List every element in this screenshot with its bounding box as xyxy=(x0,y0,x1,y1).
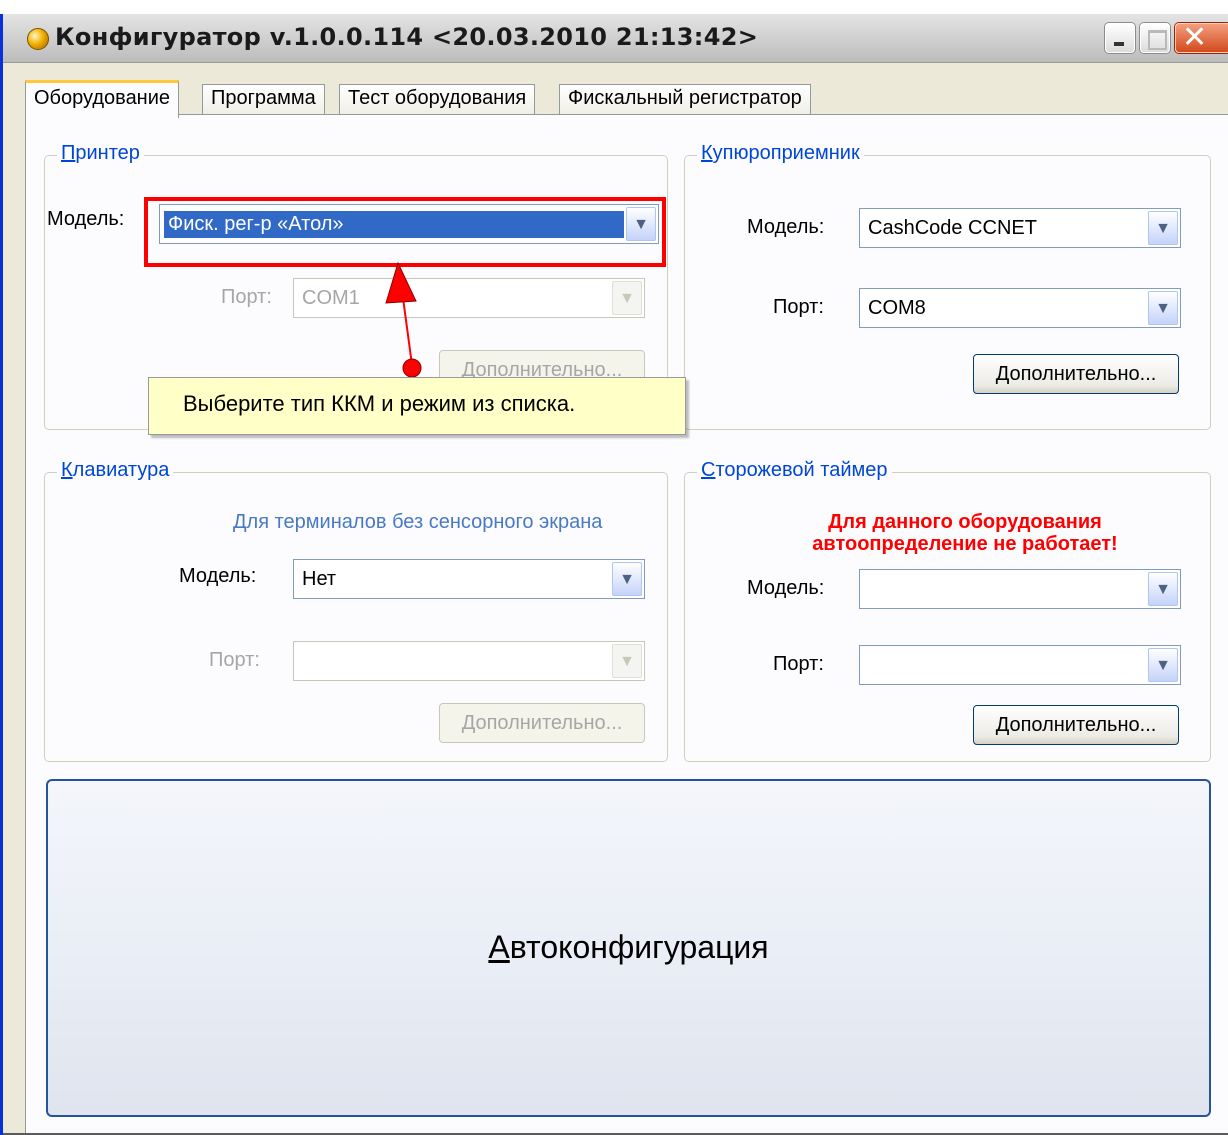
configurator-window: Конфигуратор v.1.0.0.114 <20.03.2010 21:… xyxy=(0,14,1228,1135)
chevron-down-icon[interactable]: ▼ xyxy=(1148,291,1178,325)
keyboard-legend: Клавиатура xyxy=(57,459,174,482)
chevron-down-icon[interactable]: ▼ xyxy=(1148,211,1178,245)
bill-acceptor-more-button[interactable]: Дополнительно... xyxy=(973,354,1179,394)
close-button[interactable]: ✕ xyxy=(1175,20,1228,55)
autoconfig-button[interactable]: Автоконфигурация xyxy=(46,779,1211,1117)
keyboard-model-select[interactable]: Нет ▼ xyxy=(293,559,645,599)
bill-acceptor-model-select[interactable]: CashCode CCNET ▼ xyxy=(859,208,1181,248)
chevron-down-icon[interactable]: ▼ xyxy=(612,644,642,678)
watchdog-model-select[interactable]: ▼ xyxy=(859,569,1181,609)
equipment-panel: Принтер Модель: Фиск. рег-р «Атол» ▼ Пор… xyxy=(25,114,1228,1134)
tab-equipment[interactable]: Оборудование xyxy=(25,80,180,118)
chevron-down-icon[interactable]: ▼ xyxy=(1148,648,1178,682)
keyboard-model-label: Модель: xyxy=(179,565,257,587)
keyboard-note: Для терминалов без сенсорного экрана xyxy=(233,511,603,533)
autoconfig-button-label: Автоконфигурация xyxy=(488,929,769,965)
bill-acceptor-model-value: CashCode CCNET xyxy=(868,217,1037,239)
watchdog-port-label: Порт: xyxy=(773,653,824,675)
keyboard-port-label: Порт: xyxy=(209,649,260,671)
maximize-icon xyxy=(1148,30,1167,50)
tab-program[interactable]: Программа xyxy=(202,84,325,114)
arrow-dot xyxy=(402,358,422,378)
bill-acceptor-port-value: COM8 xyxy=(868,297,926,319)
watchdog-port-select[interactable]: ▼ xyxy=(859,645,1181,685)
bill-acceptor-port-select[interactable]: COM8 ▼ xyxy=(859,288,1181,328)
maximize-button[interactable] xyxy=(1140,23,1170,53)
watchdog-group: Сторожевой таймер Для данного оборудован… xyxy=(684,459,1211,762)
close-icon: ✕ xyxy=(1182,20,1208,55)
top-strip xyxy=(0,0,1228,14)
keyboard-group: Клавиатура Для терминалов без сенсорного… xyxy=(44,459,668,762)
app-icon xyxy=(27,28,49,50)
watchdog-more-button[interactable]: Дополнительно... xyxy=(973,705,1179,745)
watchdog-warning-line1: Для данного оборудования xyxy=(828,511,1102,533)
watchdog-warning-line2: автоопределение не работает! xyxy=(812,533,1118,555)
minimize-button[interactable] xyxy=(1105,23,1135,53)
arrow-head xyxy=(385,261,417,304)
tab-fiscal-registrar[interactable]: Фискальный регистратор xyxy=(559,84,811,114)
bill-acceptor-model-label: Модель: xyxy=(747,216,825,238)
minimize-icon xyxy=(1114,42,1124,46)
keyboard-model-value: Нет xyxy=(302,568,337,590)
watchdog-model-label: Модель: xyxy=(747,577,825,599)
bill-acceptor-port-label: Порт: xyxy=(773,296,824,318)
tab-equipment-test[interactable]: Тест оборудования xyxy=(339,84,536,114)
keyboard-port-select[interactable]: ▼ xyxy=(293,641,645,681)
watchdog-warning: Для данного оборудования автоопределение… xyxy=(765,511,1165,555)
callout-tooltip: Выберите тип ККМ и режим из списка. xyxy=(148,377,686,435)
keyboard-more-button[interactable]: Дополнительно... xyxy=(439,703,645,743)
chevron-down-icon[interactable]: ▼ xyxy=(612,562,642,596)
bill-acceptor-group: Купюроприемник Модель: CashCode CCNET ▼ … xyxy=(684,142,1211,430)
window-title: Конфигуратор v.1.0.0.114 <20.03.2010 21:… xyxy=(55,23,759,51)
watchdog-legend: Сторожевой таймер xyxy=(697,459,892,482)
chevron-down-icon[interactable]: ▼ xyxy=(1148,572,1178,606)
title-bar[interactable]: Конфигуратор v.1.0.0.114 <20.03.2010 21:… xyxy=(3,14,1228,63)
